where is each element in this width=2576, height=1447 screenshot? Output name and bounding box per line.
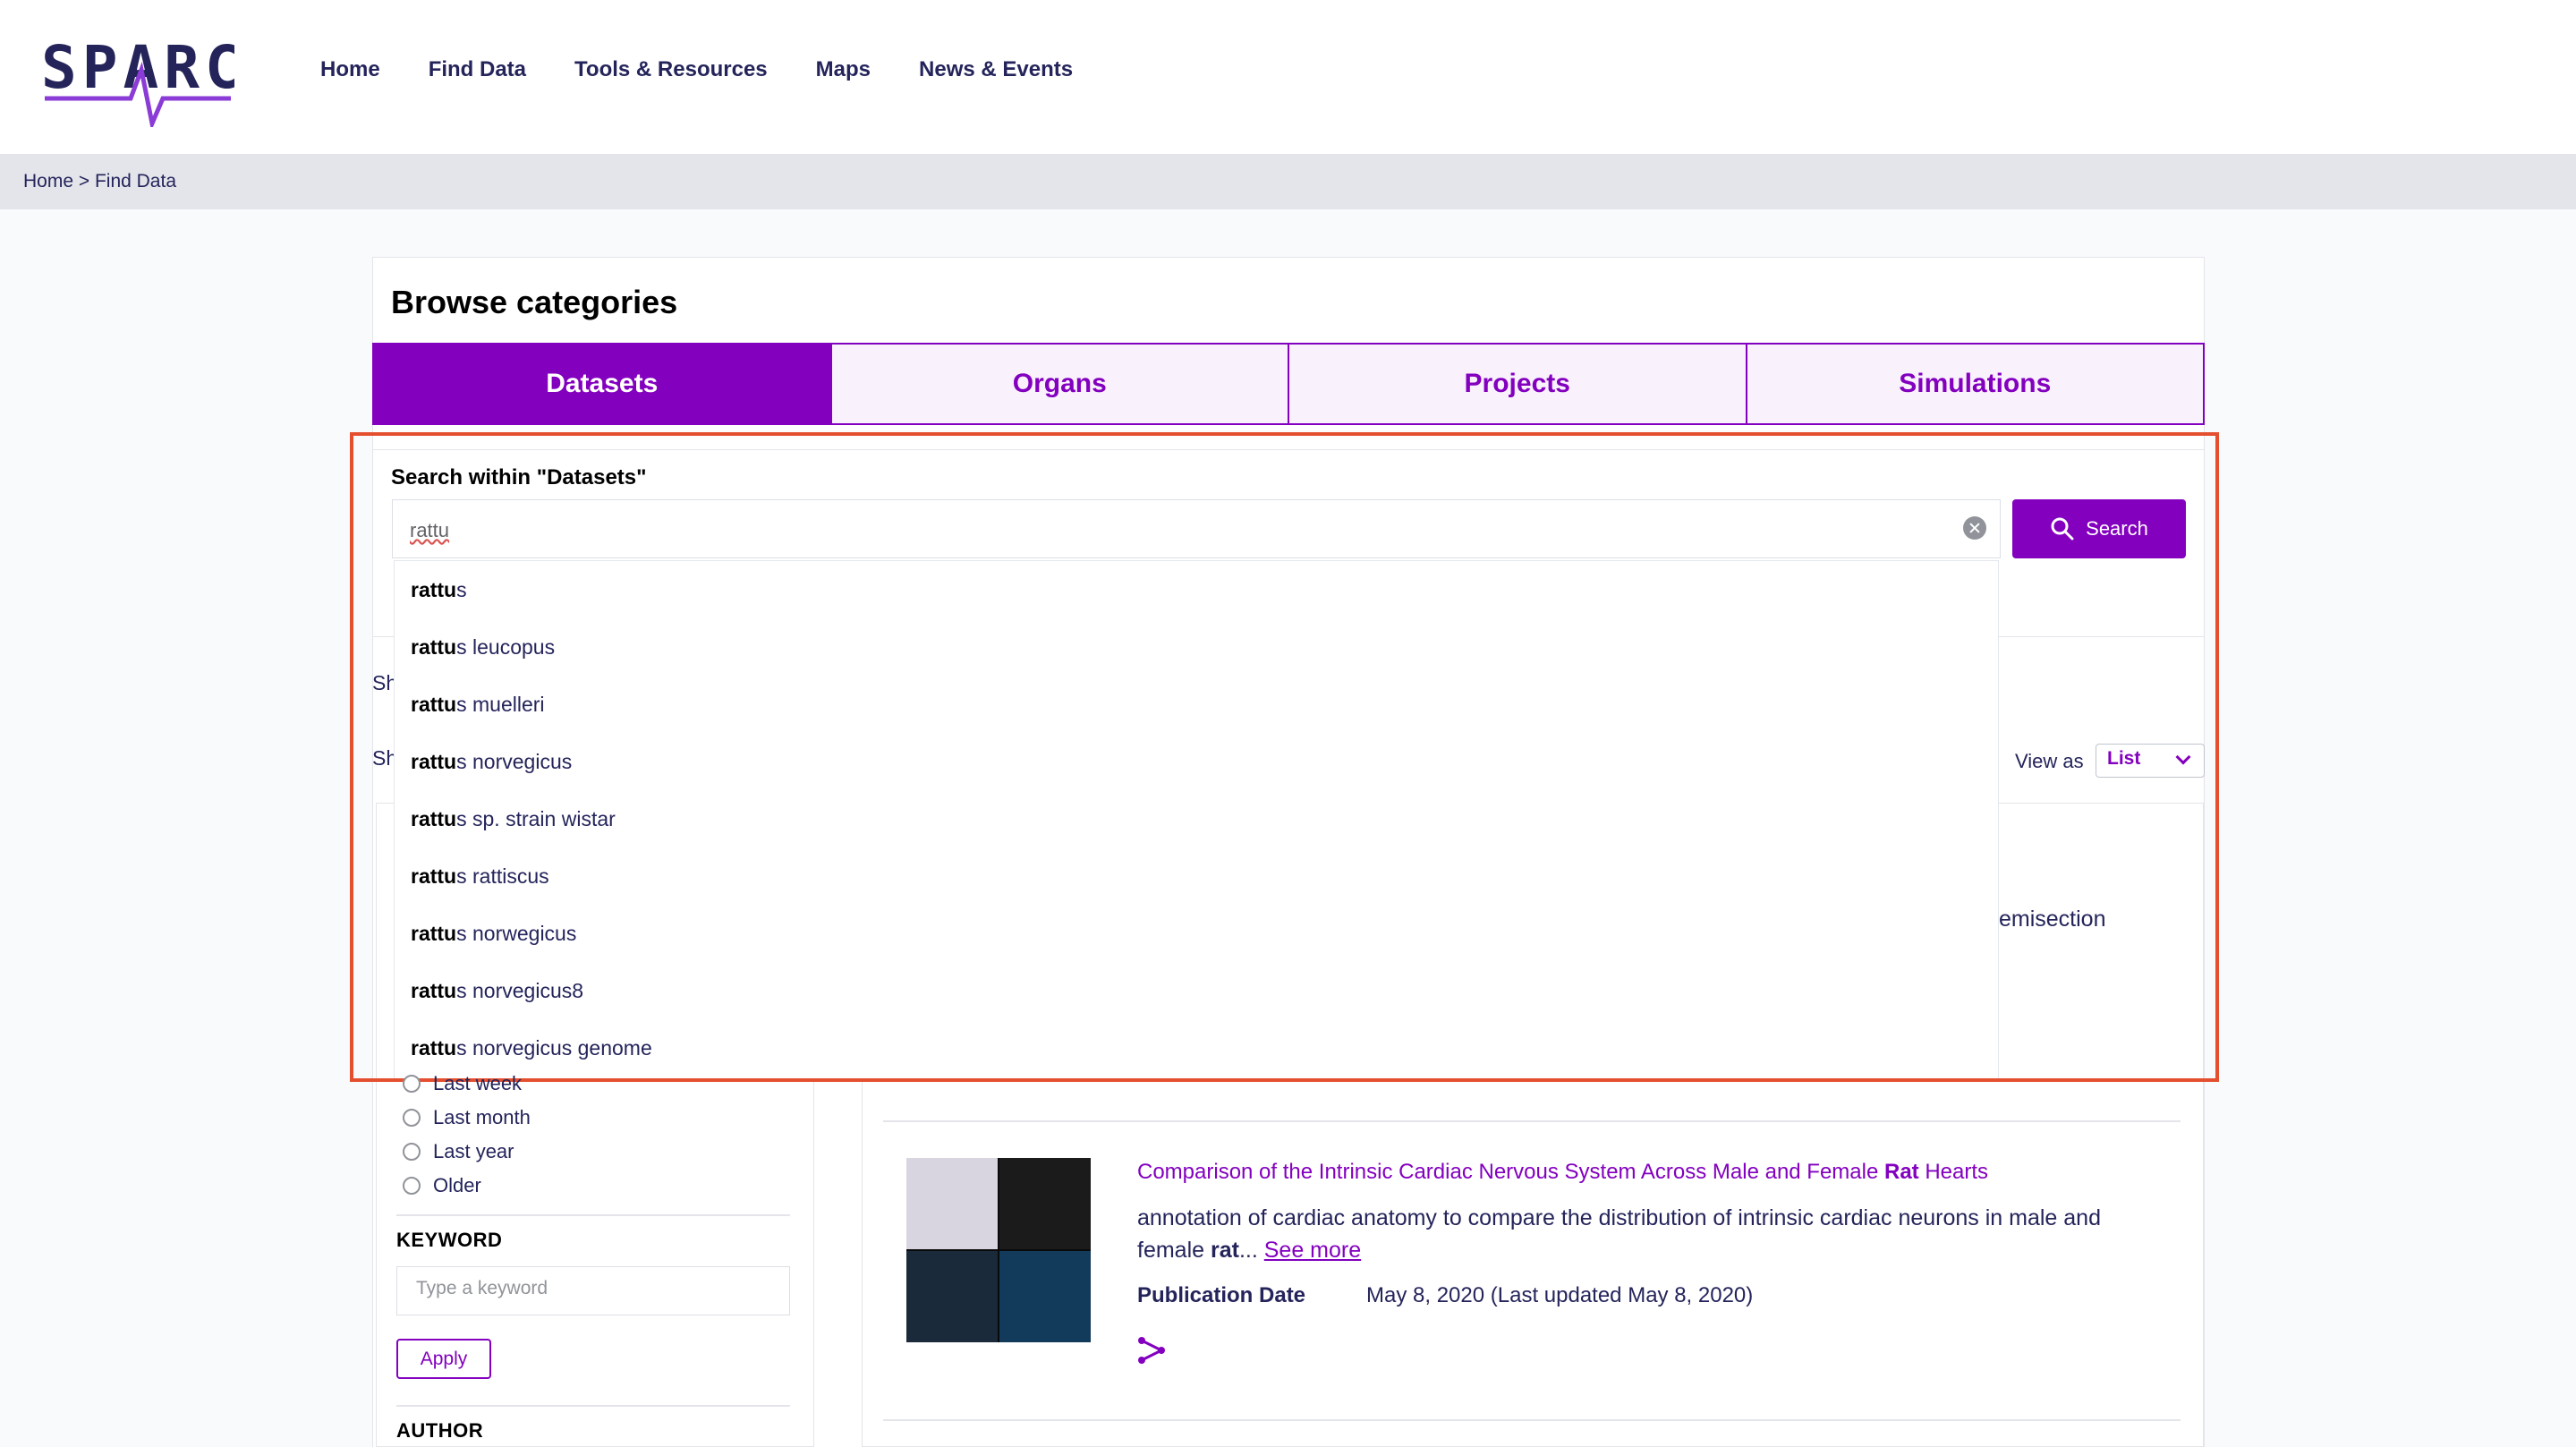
top-navigation-bar: SPARC Home Find Data Tools & Resources M… <box>0 0 2576 154</box>
logo-text: SPARC <box>41 34 234 102</box>
view-as-value: List <box>2107 748 2141 769</box>
nav-tools-resources[interactable]: Tools & Resources <box>574 50 768 89</box>
keyword-placeholder: Type a keyword <box>416 1278 548 1298</box>
view-as-label: View as <box>2015 750 2084 772</box>
sparc-logo-mark: SPARC <box>41 34 234 127</box>
radio-icon <box>403 1109 421 1127</box>
result-divider <box>883 1120 2181 1122</box>
search-button[interactable]: Search <box>2012 499 2186 558</box>
radio-icon <box>403 1143 421 1161</box>
keyword-filter-title: KEYWORD <box>396 1229 503 1251</box>
dataset-title-link[interactable]: Comparison of the Intrinsic Cardiac Nerv… <box>1137 1158 1988 1187</box>
filter-divider <box>396 1405 790 1407</box>
nav-find-data[interactable]: Find Data <box>429 50 526 89</box>
date-option-last-week[interactable]: Last week <box>403 1073 522 1094</box>
nav-home[interactable]: Home <box>320 50 380 89</box>
tab-projects[interactable]: Projects <box>1289 345 1747 423</box>
search-input-value[interactable]: rattu <box>410 517 449 544</box>
filter-divider <box>396 1214 790 1216</box>
apply-button[interactable]: Apply <box>396 1339 491 1379</box>
sparc-logo[interactable]: SPARC <box>41 34 234 127</box>
tab-datasets[interactable]: Datasets <box>374 345 832 423</box>
autocomplete-dropdown: rattu s rattu s leucopus rattu s muelleri r… <box>394 560 1999 1079</box>
dataset-description: annotation of cardiac anatomy to compare… <box>1137 1205 2101 1263</box>
publication-date-value: May 8, 2020 (Last updated May 8, 2020) <box>1366 1283 1754 1307</box>
dataset-thumbnail[interactable] <box>906 1158 1091 1342</box>
result-divider <box>883 1419 2181 1421</box>
suggestion-item[interactable]: rattu s norvegicus <box>395 733 1998 790</box>
radio-icon <box>403 1177 421 1195</box>
suggestion-item[interactable]: rattu s rattiscus <box>395 847 1998 905</box>
search-icon <box>2050 516 2075 541</box>
author-filter-title: AUTHOR <box>396 1419 484 1442</box>
nav-maps[interactable]: Maps <box>816 50 871 89</box>
browse-title: Browse categories <box>391 284 678 320</box>
search-button-label: Search <box>2086 517 2148 540</box>
suggestion-item[interactable]: rattu s norvegicus genome <box>395 1019 1998 1077</box>
publication-date-label: Publication Date <box>1137 1283 1306 1307</box>
date-option-older[interactable]: Older <box>403 1172 481 1199</box>
radio-icon <box>403 1075 421 1093</box>
date-option-last-month[interactable]: Last month <box>403 1104 531 1131</box>
suggestion-item[interactable]: rattu s <box>395 561 1998 618</box>
suggestion-item[interactable]: rattu s norvegicus8 <box>395 962 1998 1019</box>
breadcrumb[interactable]: Home > Find Data <box>23 168 176 195</box>
result-snippet-fragment: emisection <box>1999 907 2106 932</box>
nav-news-events[interactable]: News & Events <box>919 50 1073 89</box>
suggestion-item[interactable]: rattu s muelleri <box>395 676 1998 733</box>
share-icon[interactable] <box>1136 1335 1167 1366</box>
breadcrumb-bar: Home > Find Data <box>0 154 2576 209</box>
suggestion-item[interactable]: rattu s norwegicus <box>395 905 1998 962</box>
see-more-link[interactable]: See more <box>1264 1238 1361 1263</box>
search-input[interactable] <box>392 499 2001 558</box>
view-as-select[interactable]: List <box>2096 744 2205 778</box>
suggestion-item[interactable]: rattu s leucopus <box>395 618 1998 676</box>
main-nav: Home Find Data Tools & Resources Maps Ne… <box>320 50 1121 89</box>
clear-icon[interactable] <box>1963 516 1986 540</box>
suggestion-item[interactable]: rattu s sp. strain wistar <box>395 790 1998 847</box>
date-option-last-year[interactable]: Last year <box>403 1138 514 1165</box>
category-tabs: Datasets Organs Projects Simulations <box>372 343 2205 425</box>
tab-organs[interactable]: Organs <box>831 345 1289 423</box>
tab-simulations[interactable]: Simulations <box>1747 345 2203 423</box>
search-label: Search within "Datasets" <box>391 465 647 489</box>
